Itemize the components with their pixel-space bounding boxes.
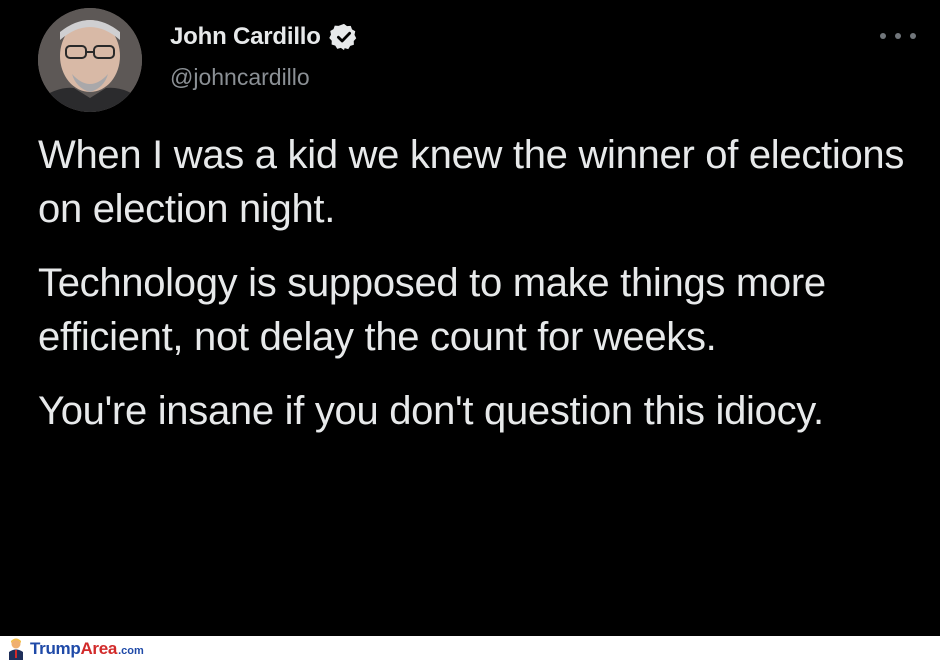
tweet-paragraph-1: When I was a kid we knew the winner of e… (38, 133, 905, 231)
watermark-text-1: Trump (30, 639, 81, 658)
avatar[interactable] (38, 8, 142, 112)
watermark-bar: Trump Area .com (0, 636, 940, 662)
author-name[interactable]: John Cardillo (170, 23, 321, 51)
trump-figure-icon (9, 638, 23, 660)
tweet-paragraph-2: Technology is supposed to make things mo… (38, 261, 826, 359)
avatar-photo (38, 8, 142, 112)
author-name-row: John Cardillo (170, 20, 359, 54)
verified-badge-icon (329, 22, 359, 52)
watermark-text-3: .com (118, 645, 144, 657)
more-options-icon[interactable] (880, 26, 916, 46)
tweet-paragraph-3: You're insane if you don't question this… (38, 389, 824, 433)
tweet-text: When I was a kid we knew the winner of e… (38, 128, 928, 458)
tweet-card: John Cardillo @johncardillo When I was a… (0, 0, 940, 636)
watermark-logo: Trump Area .com (6, 638, 144, 660)
watermark-text-2: Area (80, 639, 118, 658)
author-handle[interactable]: @johncardillo (170, 64, 310, 91)
